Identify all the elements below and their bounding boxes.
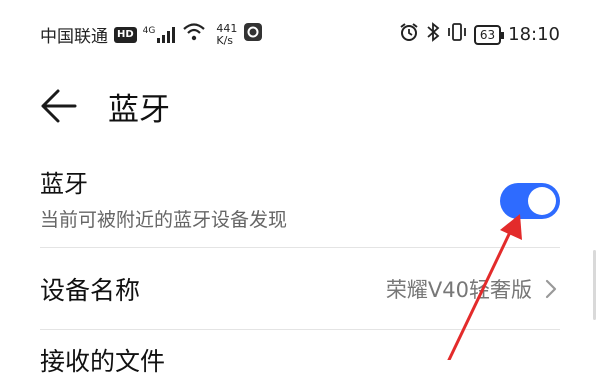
- bluetooth-toggle[interactable]: [500, 183, 560, 219]
- wifi-icon: [182, 23, 206, 46]
- status-bar-right: 63 18:10: [399, 22, 560, 47]
- device-name-label: 设备名称: [40, 276, 141, 305]
- received-files-row[interactable]: 接收的文件: [40, 342, 165, 378]
- toggle-knob: [528, 187, 556, 215]
- alarm-icon: [399, 22, 419, 47]
- net-speed-unit: K/s: [216, 33, 234, 47]
- vibrate-icon: [447, 22, 467, 47]
- bluetooth-icon: [426, 22, 440, 47]
- hd-icon: HD: [114, 26, 137, 43]
- net-speed-value: 441: [216, 21, 238, 35]
- device-name-value: 荣耀V40轻奢版: [385, 278, 532, 302]
- page-title: 蓝牙: [108, 91, 170, 128]
- app-notification-icon: [243, 22, 263, 47]
- divider: [40, 329, 560, 330]
- page-header: 蓝牙: [38, 84, 170, 128]
- carrier-name: 中国联通: [40, 27, 108, 47]
- network-type-label: 4G: [142, 25, 156, 36]
- bluetooth-label: 蓝牙: [40, 170, 88, 198]
- divider: [40, 247, 560, 248]
- cellular-signal-icon: 4G: [142, 25, 177, 43]
- net-speed: 441 K/s: [216, 21, 238, 47]
- device-name-row[interactable]: 设备名称 荣耀V40轻奢版: [40, 250, 560, 328]
- chevron-right-icon: [545, 279, 557, 299]
- battery-icon: 63: [473, 24, 505, 45]
- bluetooth-visibility-description: 当前可被附近的蓝牙设备发现: [40, 209, 288, 231]
- back-arrow-icon[interactable]: [38, 86, 78, 126]
- status-bar: 中国联通 HD 4G 441 K/s 63 18:10: [0, 0, 600, 68]
- clock: 18:10: [508, 24, 560, 45]
- status-bar-left: 中国联通 HD 4G 441 K/s: [40, 22, 263, 47]
- scrollbar[interactable]: [593, 250, 596, 320]
- bluetooth-setting-row[interactable]: 蓝牙 当前可被附近的蓝牙设备发现: [40, 164, 562, 242]
